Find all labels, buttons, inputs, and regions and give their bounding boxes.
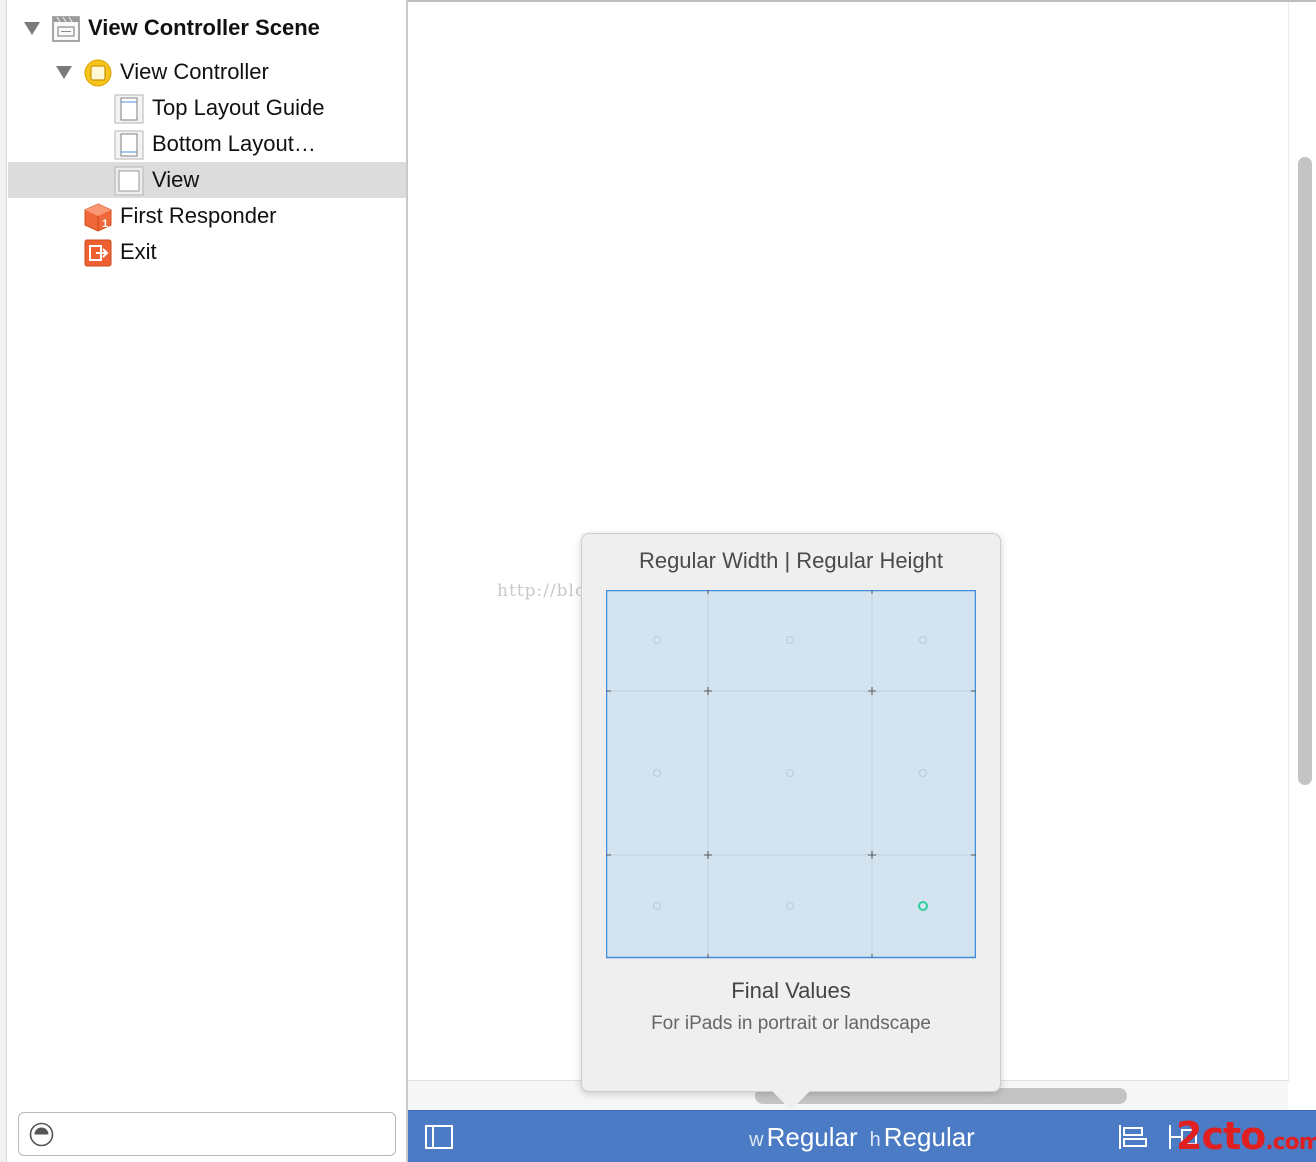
vertical-scroll-track [1288,2,1289,1082]
final-values-label: Final Values [731,978,851,1003]
svg-text:1: 1 [102,218,108,230]
storyboard-scene-icon [52,16,80,42]
outline-item-label: Exit [120,239,157,264]
outline-item-view-controller[interactable]: View Controller [8,54,406,90]
vertical-scrollbar[interactable] [1298,157,1312,785]
outline-item-view[interactable]: View [8,162,406,198]
outline-item-bottom-layout-guide[interactable]: Bottom Layout… [8,126,406,162]
filter-icon[interactable] [29,1122,54,1147]
height-prefix: h [869,1129,881,1151]
popover-arrow [772,1091,810,1110]
outline-item-top-layout-guide[interactable]: Top Layout Guide [8,90,406,126]
outline-item-label: View [152,167,200,192]
height-size-class: Regular [883,1122,975,1152]
disclosure-triangle-icon[interactable] [56,66,72,79]
logo-tld: .com [1265,1130,1316,1155]
first-responder-icon: 1 [84,203,112,232]
width-prefix: w [749,1129,764,1151]
outline-item-view-controller-scene[interactable]: View Controller Scene [8,10,406,46]
layout-guide-icon [114,94,144,124]
outline-item-exit[interactable]: Exit [8,234,406,270]
outline-item-label: Bottom Layout… [152,131,316,156]
size-class-title: Regular Width | Regular Height [638,548,944,573]
layout-guide-icon [114,130,144,160]
outline-filter-field[interactable] [18,1112,396,1156]
size-class-description: For iPads in portrait or landscape [651,1013,931,1034]
width-size-class: Regular [766,1122,858,1152]
outline-gutter [0,0,7,1162]
outline-item-label: View Controller [120,59,269,84]
view-icon [114,166,144,196]
view-controller-icon [84,59,112,87]
logo-text: 2cto [1176,1114,1266,1158]
outline-item-label: Top Layout Guide [152,95,325,120]
outline-item-label: View Controller Scene [88,15,320,40]
size-class-grid[interactable] [606,590,976,960]
document-outline: View Controller Scene View Controller To… [0,0,408,1162]
outline-item-label: First Responder [120,203,277,228]
disclosure-triangle-icon[interactable] [24,22,40,35]
outline-item-first-responder[interactable]: 1 First Responder [8,198,406,234]
size-class-popover: Regular Width | Regular Height Final Val… [581,533,1001,1110]
corner-logo-watermark: 2cto.com [1176,1116,1316,1162]
exit-icon [84,239,112,267]
align-icon[interactable] [1118,1124,1148,1150]
